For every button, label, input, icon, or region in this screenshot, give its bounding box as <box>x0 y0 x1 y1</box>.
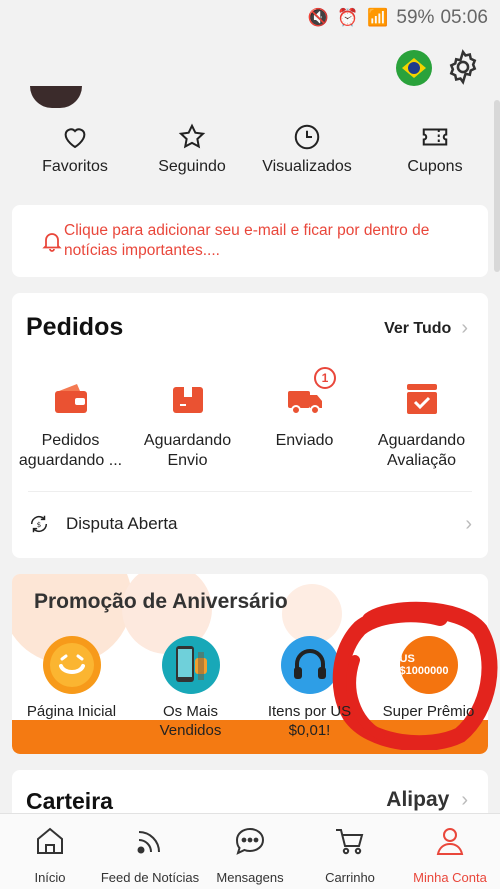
order-status-label: Aguardando Envio <box>143 432 232 469</box>
order-status-label: Aguardando Avaliação <box>377 432 466 469</box>
wallet-icon <box>54 384 87 413</box>
promo-item-label: Super Prêmio <box>382 703 475 720</box>
orders-title: Pedidos <box>26 313 124 341</box>
order-status-label: Pedidos aguardando ... <box>18 432 123 469</box>
notice-text: Clique para adicionar seu e-mail e ficar… <box>64 222 430 259</box>
nav-label: Início <box>34 870 66 885</box>
account-header <box>0 44 500 92</box>
status-icons: 🔇 ⏰ 📶 <box>307 8 391 27</box>
home-icon <box>37 827 63 854</box>
bell-icon <box>42 233 62 252</box>
nav-label: Carrinho <box>325 870 375 885</box>
shipped-count-badge: 1 <box>314 367 336 389</box>
order-status-awaiting-review[interactable]: Aguardando Avaliação <box>363 379 480 471</box>
headphones-icon <box>280 636 339 694</box>
feed-icon <box>137 831 160 854</box>
shortcut-visualizados[interactable]: Visualizados <box>234 122 380 186</box>
alipay-link[interactable]: Alipay › <box>386 788 468 812</box>
shortcut-label: Visualizados <box>262 158 352 175</box>
order-status-shipped[interactable]: 1 Enviado <box>246 367 363 471</box>
email-notice-banner[interactable]: Clique para adicionar seu e-mail e ficar… <box>12 205 488 277</box>
brazil-flag-icon[interactable] <box>396 50 432 86</box>
alipay-logo: Alipay <box>386 788 450 811</box>
promo-item-best-sellers[interactable]: Os Mais Vendidos <box>131 636 250 740</box>
shortcut-favoritos[interactable]: Favoritos <box>0 122 150 186</box>
battery-level: 59% <box>396 7 435 28</box>
status-bar: 🔇 ⏰ 📶 59% 05:06 <box>0 0 500 36</box>
orders-card: Pedidos Ver Tudo › Pedidos aguardando ..… <box>12 293 488 558</box>
chevron-right-icon: › <box>465 512 472 535</box>
nav-feed[interactable]: Feed de Notícias <box>100 814 200 889</box>
avatar[interactable] <box>30 86 82 108</box>
scrollbar-thumb[interactable] <box>494 100 500 272</box>
phone-watch-icon <box>161 636 220 694</box>
chevron-right-icon: › <box>461 788 468 811</box>
shortcut-cupons[interactable]: Cupons <box>380 122 490 186</box>
divider <box>28 491 472 492</box>
ticket-icon <box>422 128 448 146</box>
smiley-icon <box>42 636 101 694</box>
clock-icon <box>294 124 320 150</box>
heart-icon <box>64 128 86 149</box>
promo-item-label: Itens por US $0,01! <box>267 703 352 739</box>
account-icon <box>436 828 464 855</box>
nav-messages[interactable]: Mensagens <box>200 814 300 889</box>
nav-label: Feed de Notícias <box>100 870 200 885</box>
order-status-awaiting-payment[interactable]: Pedidos aguardando ... <box>12 379 129 471</box>
cart-icon <box>336 829 364 855</box>
shortcut-label: Seguindo <box>158 158 226 175</box>
open-dispute-row[interactable]: $ Disputa Aberta › <box>28 503 472 545</box>
star-icon <box>178 123 206 149</box>
account-shortcuts: Favoritos Seguindo Visualizados Cupons <box>0 122 500 186</box>
promo-item-home[interactable]: Página Inicial <box>12 636 131 740</box>
svg-text:$: $ <box>37 520 42 529</box>
bottom-navigation: Início Feed de Notícias Mensagens Carrin… <box>0 813 500 889</box>
wallet-title: Carteira <box>26 788 113 814</box>
nav-cart[interactable]: Carrinho <box>300 814 400 889</box>
shortcut-seguindo[interactable]: Seguindo <box>150 122 234 186</box>
promo-item-penny-deals[interactable]: Itens por US $0,01! <box>250 636 369 740</box>
promo-item-label: Página Inicial <box>26 703 117 720</box>
order-status-awaiting-shipment[interactable]: Aguardando Envio <box>129 379 246 471</box>
chat-icon <box>235 827 265 855</box>
promo-title: Promoção de Aniversário <box>34 590 288 613</box>
see-all-label: Ver Tudo <box>384 319 452 337</box>
prize-icon: US $1000000 <box>399 636 458 694</box>
dispute-icon: $ <box>30 515 48 533</box>
nav-my-account[interactable]: Minha Conta <box>400 814 500 889</box>
nav-label: Minha Conta <box>413 870 487 885</box>
review-icon <box>406 384 437 414</box>
nav-label: Mensagens <box>216 870 284 885</box>
shortcut-label: Favoritos <box>42 158 108 175</box>
see-all-orders-link[interactable]: Ver Tudo › <box>384 317 468 340</box>
promo-item-super-prize[interactable]: US $1000000 Super Prêmio <box>369 636 488 740</box>
promo-card: Promoção de Aniversário Página Inicial O… <box>12 574 488 754</box>
clock-time: 05:06 <box>440 7 488 28</box>
box-icon <box>172 387 203 413</box>
shortcut-label: Cupons <box>407 158 463 175</box>
promo-item-label: Os Mais Vendidos <box>159 703 222 739</box>
gear-icon[interactable] <box>444 48 482 86</box>
order-status-label: Enviado <box>275 432 334 449</box>
chevron-right-icon: › <box>461 317 468 339</box>
prize-badge-text: US $1000000 <box>399 653 449 677</box>
nav-home[interactable]: Início <box>0 814 100 889</box>
dispute-label: Disputa Aberta <box>66 514 178 533</box>
